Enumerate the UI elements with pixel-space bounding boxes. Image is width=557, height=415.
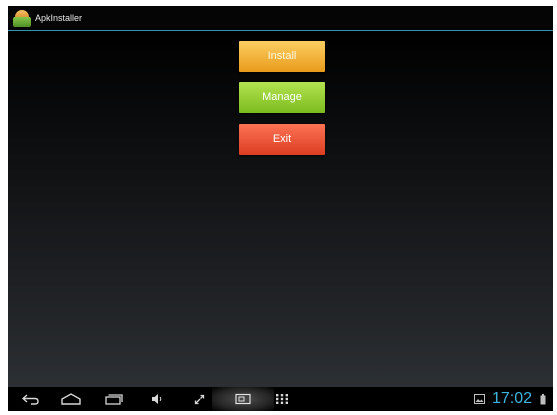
- main-content: Install Manage Exit: [8, 31, 553, 387]
- tablet-screen: ApkInstaller Install Manage Exit 17:02: [8, 6, 553, 411]
- recent-apps-icon[interactable]: [104, 389, 124, 409]
- title-bar: ApkInstaller: [8, 6, 553, 31]
- gallery-icon: [472, 389, 486, 409]
- app-title: ApkInstaller: [35, 13, 83, 23]
- navigation-bar: 17:02: [8, 387, 553, 411]
- install-button[interactable]: Install: [239, 41, 325, 72]
- exit-button[interactable]: Exit: [239, 124, 325, 155]
- screenshot-icon[interactable]: [233, 389, 253, 409]
- back-icon[interactable]: [21, 389, 41, 409]
- app-drawer-icon[interactable]: [274, 389, 290, 409]
- battery-icon: [538, 389, 548, 409]
- clock: 17:02: [492, 390, 533, 407]
- volume-down-icon[interactable]: [149, 389, 165, 409]
- home-icon[interactable]: [60, 389, 82, 409]
- android-package-icon: [13, 9, 31, 27]
- volume-up-icon[interactable]: [192, 389, 208, 409]
- manage-button[interactable]: Manage: [239, 82, 325, 113]
